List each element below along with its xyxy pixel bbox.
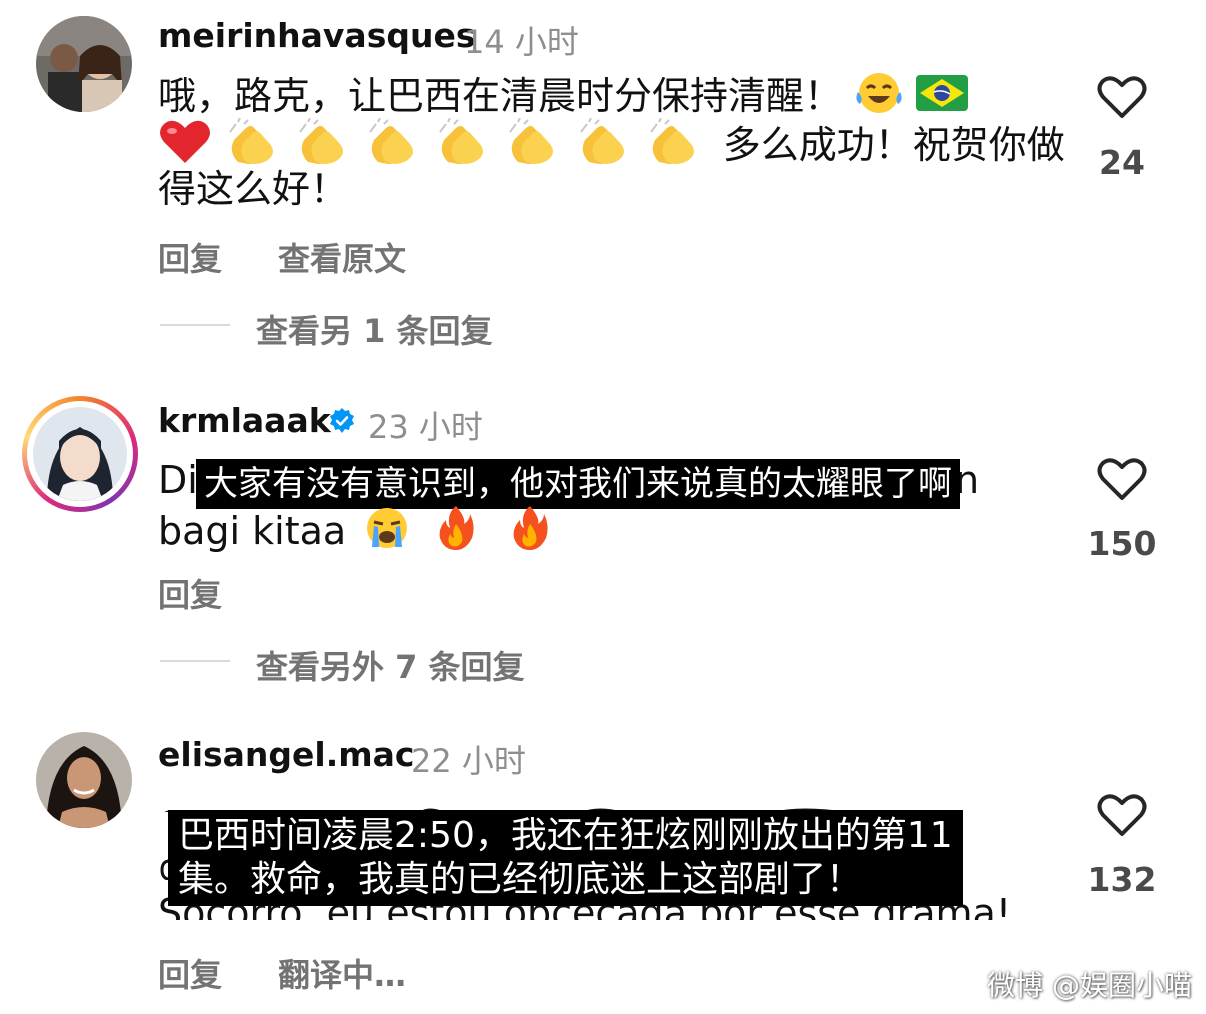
fire-emoji bbox=[510, 504, 550, 563]
heart-outline-icon[interactable] bbox=[1097, 456, 1147, 502]
comment-timestamp: 23 小时 bbox=[368, 408, 483, 446]
translating-status: 翻译中… bbox=[278, 956, 407, 994]
heart-outline-icon[interactable] bbox=[1097, 74, 1147, 120]
clapping-hands-emoji bbox=[645, 117, 703, 177]
comment-text-line: bagi kitaa bbox=[158, 509, 347, 553]
replies-divider bbox=[160, 660, 230, 662]
reply-button[interactable]: 回复 bbox=[158, 570, 222, 616]
view-replies-button[interactable]: 查看另 1 条回复 bbox=[256, 306, 493, 352]
avatar[interactable] bbox=[36, 732, 132, 828]
weibo-watermark: 微博 @娱圈小喵 bbox=[987, 969, 1192, 1002]
comment-username[interactable]: elisangel.mac bbox=[158, 735, 414, 774]
comment-username[interactable]: meirinhavasques bbox=[158, 16, 475, 55]
like-count: 150 bbox=[1087, 524, 1157, 563]
verified-badge-icon bbox=[330, 408, 354, 433]
replies-divider bbox=[160, 324, 230, 326]
comment-text-line: Di bbox=[158, 458, 198, 502]
translation-subtitle-overlay: 大家有没有意识到，他对我们来说真的太耀眼了啊 bbox=[196, 459, 960, 509]
avatar[interactable] bbox=[33, 407, 127, 501]
avatar-photo bbox=[36, 16, 132, 112]
comment-text-line: 多么成功！祝贺你做 bbox=[722, 123, 1065, 167]
obscured-comment-text bbox=[158, 788, 888, 812]
avatar[interactable] bbox=[36, 16, 132, 112]
avatar-photo bbox=[36, 732, 132, 828]
comment-timestamp: 14 小时 bbox=[464, 23, 579, 61]
heart-outline-icon[interactable] bbox=[1097, 792, 1147, 838]
see-original-button[interactable]: 查看原文 bbox=[278, 234, 406, 280]
comment-text-line: 得这么好！ bbox=[158, 167, 349, 211]
fire-emoji bbox=[436, 504, 476, 563]
subtitle-line: 集。救命，我真的已经彻底迷上这部剧了！ bbox=[178, 859, 863, 900]
translation-subtitle-overlay: 巴西时间凌晨2:50，我还在狂炫刚刚放出的第11 集。救命，我真的已经彻底迷上这… bbox=[168, 810, 963, 906]
clapping-hands-row bbox=[224, 117, 715, 167]
reply-button[interactable]: 回复 bbox=[158, 950, 222, 996]
like-count: 24 bbox=[1099, 143, 1145, 182]
brazil-flag-emoji bbox=[916, 75, 969, 122]
comment-text: bagi kitaa bbox=[158, 504, 550, 563]
view-replies-button[interactable]: 查看另外 7 条回复 bbox=[256, 642, 525, 688]
comment-username[interactable]: krmlaaak bbox=[158, 401, 331, 440]
subtitle-line: 巴西时间凌晨2:50，我还在狂炫刚刚放出的第11 bbox=[178, 815, 953, 856]
loudly-crying-emoji bbox=[364, 505, 410, 562]
comment-text-line: 哦，路克，让巴西在清晨时分保持清醒！ bbox=[158, 74, 843, 118]
clapping-hands-emoji bbox=[434, 117, 492, 177]
clapping-hands-emoji bbox=[504, 117, 562, 177]
clapping-hands-emoji bbox=[364, 117, 422, 177]
avatar-photo bbox=[33, 407, 127, 501]
reply-button[interactable]: 回复 bbox=[158, 234, 222, 280]
clapping-hands-emoji bbox=[575, 117, 633, 177]
comment-timestamp: 22 小时 bbox=[411, 742, 526, 780]
like-count: 132 bbox=[1087, 860, 1157, 899]
